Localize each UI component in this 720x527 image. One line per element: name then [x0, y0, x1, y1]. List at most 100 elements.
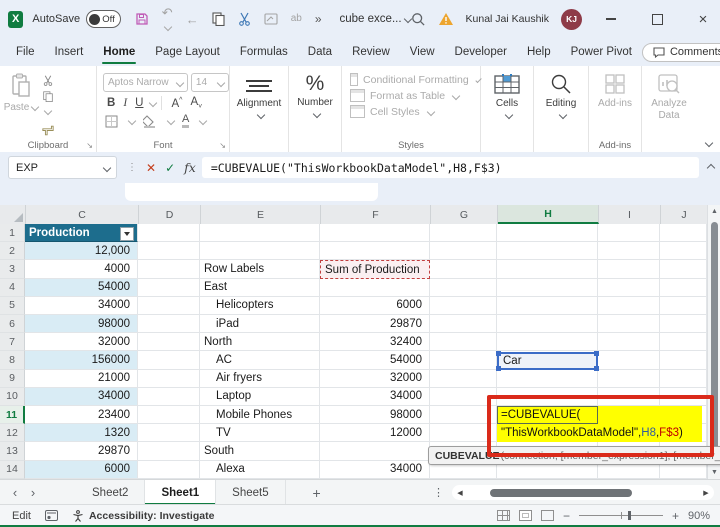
cell-I8[interactable] [598, 351, 660, 370]
cell-H4[interactable] [497, 278, 598, 297]
tab-review[interactable]: Review [342, 38, 400, 66]
cell-E7[interactable]: North [200, 333, 320, 352]
cell-G5[interactable] [430, 296, 497, 316]
cell-C4[interactable]: 54000 [25, 278, 138, 297]
cell-C13[interactable]: 29870 [25, 442, 138, 461]
cell-F11[interactable]: 98000 [320, 406, 430, 425]
cell-C14[interactable]: 6000 [25, 460, 138, 479]
cell-H7[interactable] [497, 333, 598, 352]
tab-home[interactable]: Home [93, 38, 145, 66]
excel-app-icon[interactable]: X [8, 10, 24, 28]
cell-E1[interactable] [200, 224, 320, 243]
cell-D14[interactable] [138, 460, 200, 479]
sheet-tab-sheet5[interactable]: Sheet5 [216, 480, 286, 505]
zoom-out-icon[interactable]: − [563, 509, 570, 523]
cell-D9[interactable] [138, 369, 200, 388]
sheet-tab-sheet1[interactable]: Sheet1 [145, 480, 217, 505]
tab-file[interactable]: File [6, 38, 45, 66]
cell-J7[interactable] [660, 333, 707, 352]
document-title[interactable]: cube exce... [340, 13, 412, 25]
undo-icon[interactable]: ↶ [162, 6, 173, 32]
column-header-J[interactable]: J [661, 205, 708, 224]
column-header-D[interactable]: D [139, 205, 201, 224]
cell-D13[interactable] [138, 442, 200, 461]
cell-H5[interactable] [497, 296, 598, 316]
scroll-right-icon[interactable]: ▶ [698, 489, 714, 497]
next-sheet-icon[interactable]: › [18, 480, 48, 505]
column-header-G[interactable]: G [431, 205, 498, 224]
cell-F4[interactable] [320, 278, 430, 297]
format-as-table-button[interactable]: Format as Table [350, 89, 480, 102]
cell-J2[interactable] [660, 242, 707, 261]
cell-F14[interactable]: 34000 [320, 460, 430, 479]
cell-D6[interactable] [138, 315, 200, 334]
cell-I2[interactable] [598, 242, 660, 261]
cell-E12[interactable]: TV [200, 424, 320, 443]
cell-H3[interactable] [497, 260, 598, 279]
cell-E5[interactable]: Helicopters [200, 296, 320, 316]
cell-J9[interactable] [660, 369, 707, 388]
fill-color-icon[interactable] [143, 115, 157, 128]
number-button[interactable]: % Number [289, 66, 341, 118]
tab-developer[interactable]: Developer [445, 38, 517, 66]
cell-D10[interactable] [138, 387, 200, 407]
cell-E13[interactable]: South [200, 442, 320, 461]
font-dialog-launcher[interactable]: ↘ [219, 141, 226, 150]
editing-button[interactable]: Editing [534, 66, 588, 119]
cell-G4[interactable] [430, 278, 497, 297]
filter-button[interactable] [120, 226, 134, 241]
cell-E4[interactable]: East [200, 278, 320, 297]
save-icon[interactable] [135, 12, 149, 26]
cell-F12[interactable]: 12000 [320, 424, 430, 443]
clipboard-dialog-launcher[interactable]: ↘ [86, 141, 93, 150]
cell-C2[interactable]: 12,000 [25, 242, 138, 261]
cell-E11[interactable]: Mobile Phones [200, 406, 320, 425]
cell-E9[interactable]: Air fryers [200, 369, 320, 388]
row-header-2[interactable]: 2 [0, 242, 25, 261]
cell-C8[interactable]: 156000 [25, 351, 138, 370]
cell-styles-button[interactable]: Cell Styles [350, 105, 480, 118]
cell-H9[interactable] [497, 369, 598, 388]
scroll-down-icon[interactable]: ▼ [708, 469, 720, 476]
cell-F10[interactable]: 34000 [320, 387, 430, 407]
row-header-3[interactable]: 3 [0, 260, 25, 279]
font-size-select[interactable]: 14 [190, 73, 229, 92]
scroll-left-icon[interactable]: ◀ [452, 489, 468, 497]
column-header-I[interactable]: I [599, 205, 661, 224]
cell-E14[interactable]: Alexa [200, 460, 320, 479]
cell-F13[interactable] [320, 442, 430, 461]
close-button[interactable]: × [686, 4, 720, 34]
user-name[interactable]: Kunal Jai Kaushik [466, 13, 549, 25]
italic-button[interactable]: I [119, 97, 131, 109]
cell-F3[interactable]: Sum of Production [320, 260, 430, 279]
minimize-button[interactable] [594, 4, 628, 34]
cell-J3[interactable] [660, 260, 707, 279]
row-header-5[interactable]: 5 [0, 296, 25, 316]
cell-C7[interactable]: 32000 [25, 333, 138, 352]
cell-E3[interactable]: Row Labels [200, 260, 320, 279]
row-header-1[interactable]: 1 [0, 224, 25, 243]
cell-H8-selected[interactable]: Car [496, 350, 599, 371]
cell-F7[interactable]: 32400 [320, 333, 430, 352]
cell-J8[interactable] [660, 351, 707, 370]
cell-I4[interactable] [598, 278, 660, 297]
increase-font-icon[interactable]: A^ [167, 97, 186, 110]
page-break-view-icon[interactable] [540, 510, 554, 521]
cell-E6[interactable]: iPad [200, 315, 320, 334]
cell-I5[interactable] [598, 296, 660, 316]
underline-button[interactable]: U [131, 97, 147, 109]
row-header-10[interactable]: 10 [0, 387, 25, 407]
page-layout-view-icon[interactable] [518, 510, 532, 521]
cell-F8[interactable]: 54000 [320, 351, 430, 370]
tab-data[interactable]: Data [298, 38, 342, 66]
zoom-in-icon[interactable]: + [672, 509, 679, 523]
cell-D8[interactable] [138, 351, 200, 370]
cell-F1[interactable] [320, 224, 430, 243]
tab-power-pivot[interactable]: Power Pivot [561, 38, 642, 66]
cell-D7[interactable] [138, 333, 200, 352]
cell-J5[interactable] [660, 296, 707, 316]
cell-D4[interactable] [138, 278, 200, 297]
zoom-slider-thumb[interactable] [627, 511, 631, 520]
cell-G2[interactable] [430, 242, 497, 261]
cell-I9[interactable] [598, 369, 660, 388]
